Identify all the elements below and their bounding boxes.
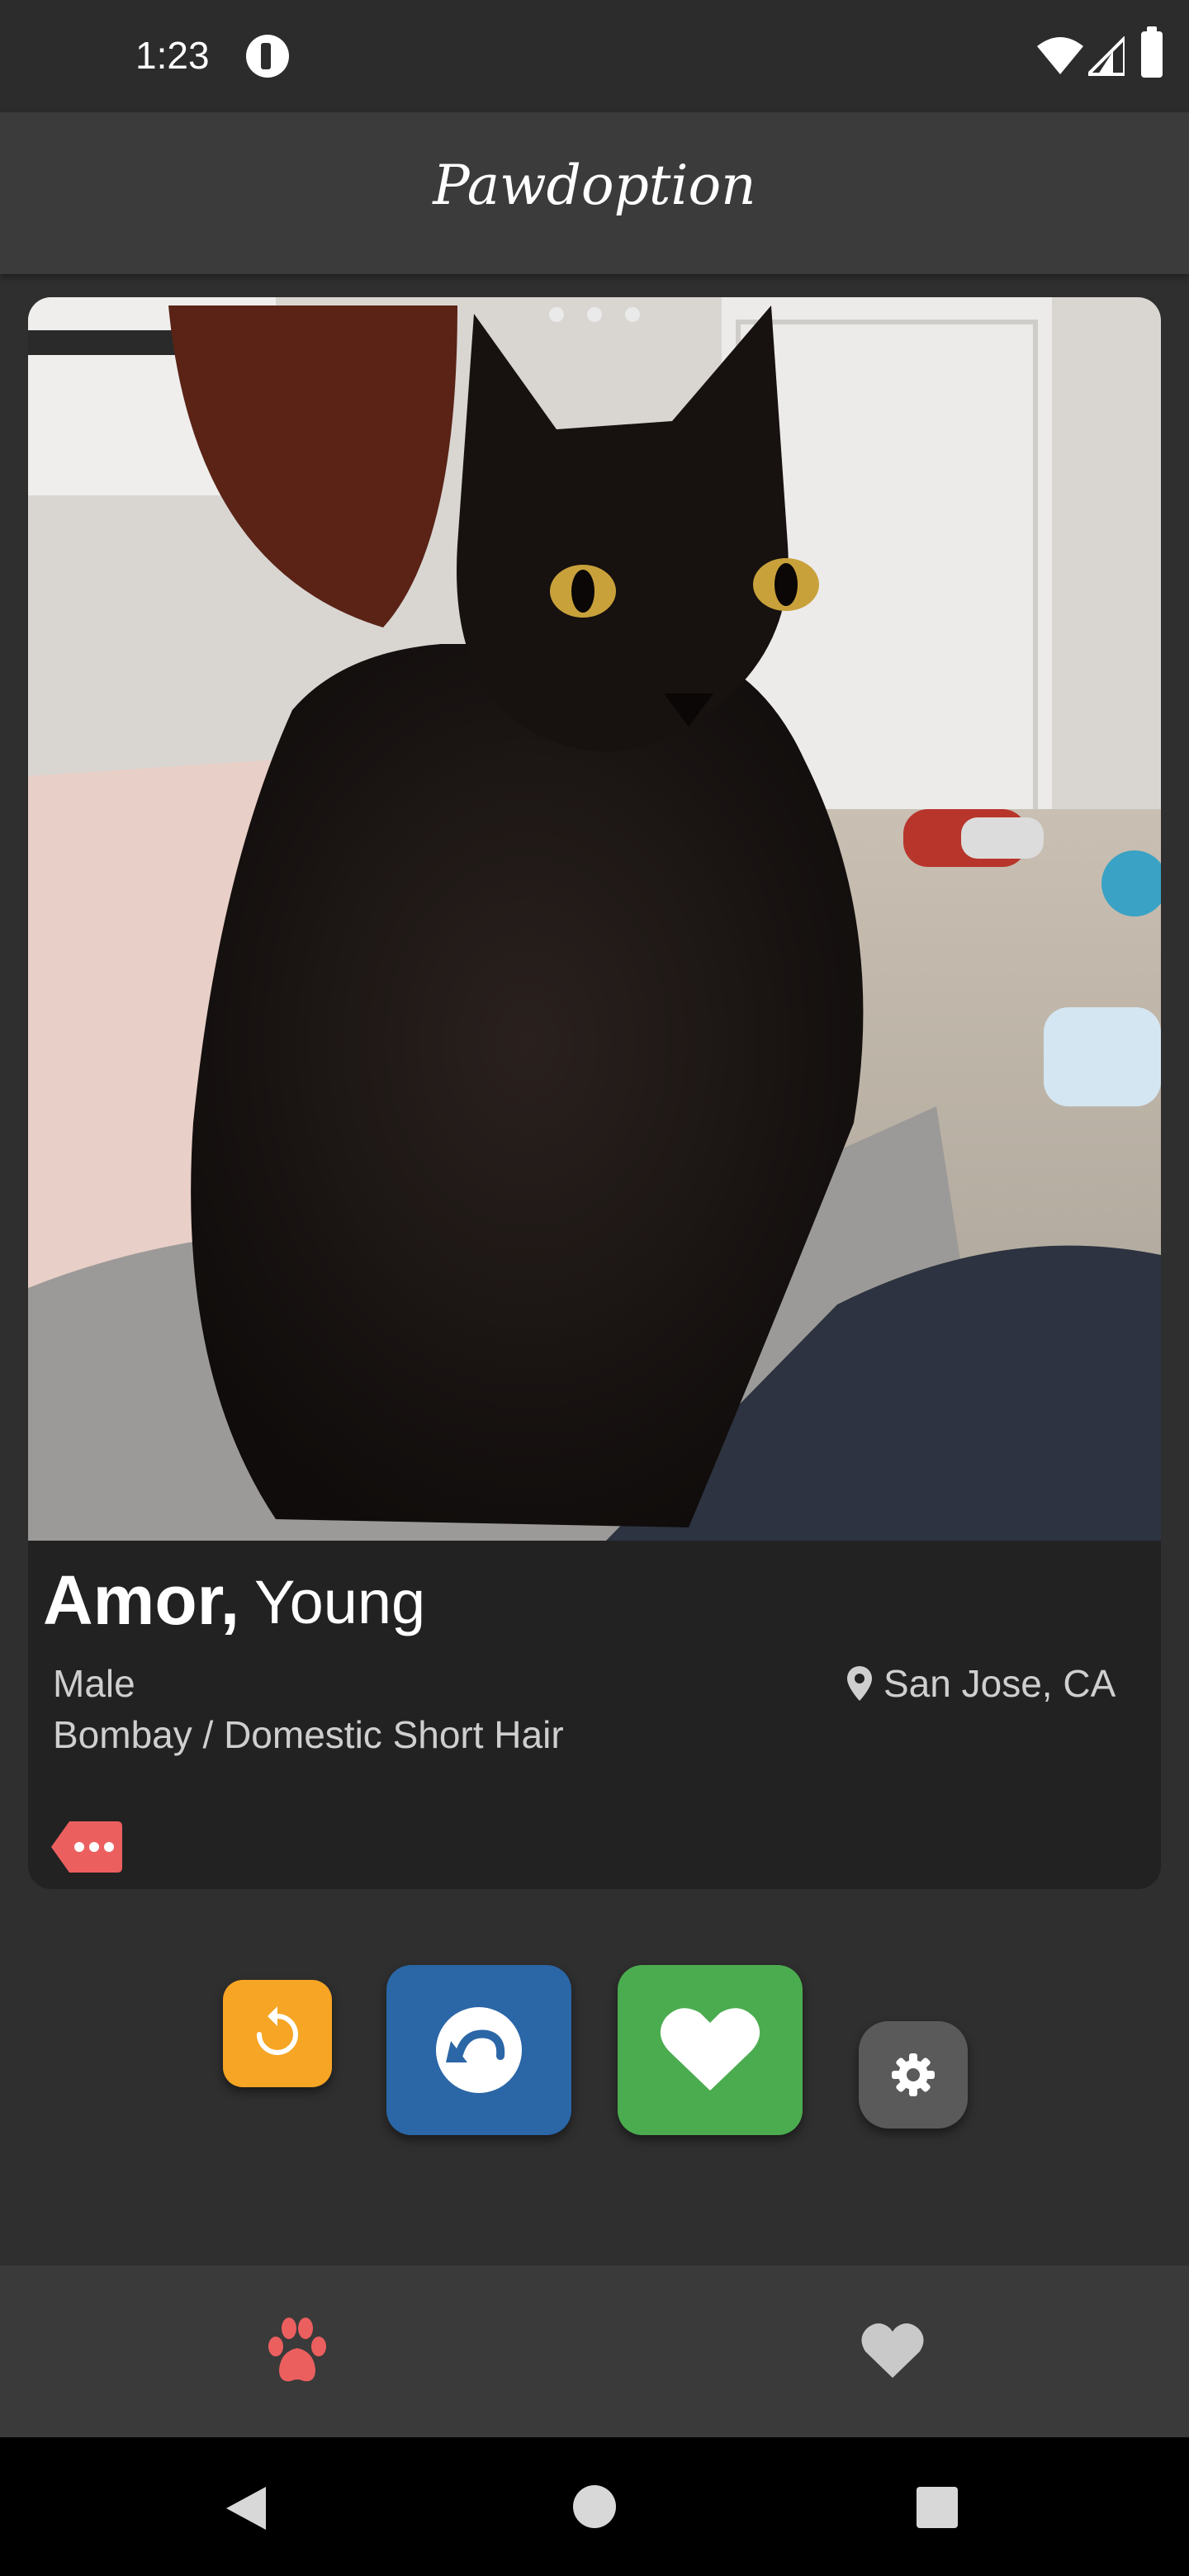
back-icon[interactable]	[223, 2484, 269, 2533]
app-notification-icon	[246, 35, 289, 78]
status-time: 1:23	[135, 34, 210, 77]
paw-icon[interactable]	[266, 2315, 329, 2384]
gear-icon	[892, 2053, 935, 2096]
pet-photo[interactable]	[28, 297, 1161, 1541]
app-title: Pawdoption	[433, 154, 756, 217]
photo-page-indicator	[0, 307, 1189, 326]
photo-dot[interactable]	[549, 307, 564, 322]
battery-icon	[1141, 26, 1163, 78]
rewind-button[interactable]	[386, 1965, 571, 2135]
location-pin-icon	[847, 1666, 872, 1701]
photo-dot[interactable]	[587, 307, 602, 322]
rewind-icon	[436, 2007, 522, 2093]
recents-icon[interactable]	[917, 2487, 958, 2528]
undo-icon	[257, 2006, 298, 2055]
signal-icon	[1088, 36, 1125, 76]
bottom-nav	[0, 2266, 1189, 2437]
pet-age: Young	[254, 1568, 426, 1636]
pet-location: San Jose, CA	[883, 1662, 1116, 1705]
like-button[interactable]	[618, 1965, 803, 2135]
pet-name: Amor,	[43, 1561, 240, 1639]
heart-icon[interactable]	[860, 2322, 925, 2379]
photo-dot[interactable]	[625, 307, 640, 322]
heart-icon	[660, 2008, 760, 2091]
pet-card[interactable]	[28, 297, 1161, 1889]
wifi-icon	[1037, 37, 1083, 74]
tag-more-icon[interactable]	[51, 1821, 122, 1873]
pet-breed: Bombay / Domestic Short Hair	[53, 1713, 564, 1756]
home-icon[interactable]	[573, 2485, 616, 2528]
undo-small-button[interactable]	[223, 1980, 332, 2087]
pet-sex: Male	[53, 1662, 135, 1705]
settings-button[interactable]	[859, 2021, 968, 2129]
